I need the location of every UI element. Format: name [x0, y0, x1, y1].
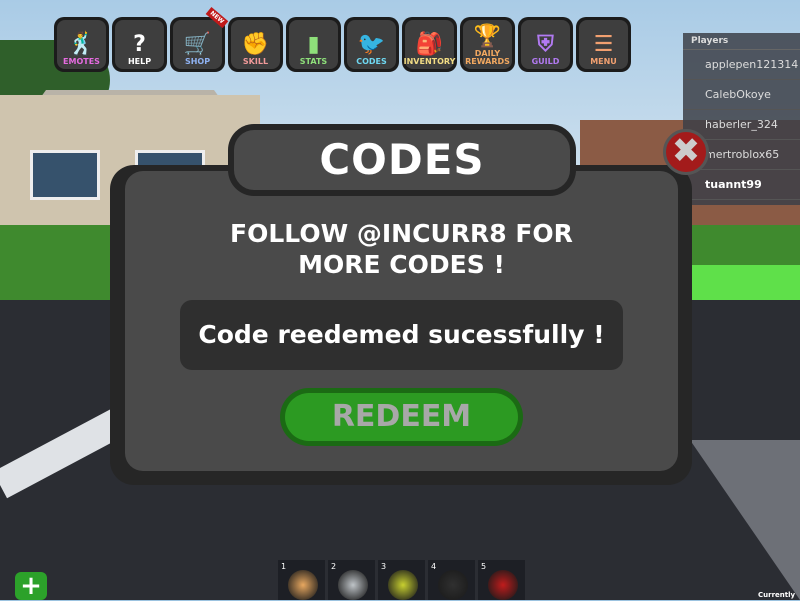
toolbar-button-stats[interactable]: ▮ STATS [286, 17, 341, 72]
top-toolbar: 🕺 EMOTES? HELP 🛒 SHOP NEW ✊ SKILL ▮ STATS 🐦 CODES 🎒 I… [54, 7, 631, 72]
toolbar-label: STATS [299, 57, 328, 66]
player-list-header: Players [683, 33, 800, 50]
stats-icon: ▮ [307, 32, 320, 57]
corner-text: Currently [758, 591, 796, 599]
dialog-title: CODES [228, 124, 576, 196]
follow-message: FOLLOW @INCURR8 FOR MORE CODES ! [230, 219, 573, 279]
menu-icon: ☰ [593, 32, 614, 57]
toolbar-button-inventory[interactable]: 🎒 INVENTORY [402, 17, 457, 72]
toolbar-button-shop[interactable]: 🛒 SHOP NEW [170, 7, 229, 72]
help-icon: ? [133, 32, 146, 57]
toolbar-label: CODES [356, 57, 387, 66]
toolbar-label: HELP [127, 57, 152, 66]
redeem-button[interactable]: REDEEM [280, 388, 523, 446]
toolbar-label: GUILD [531, 57, 560, 66]
codes-icon: 🐦 [357, 32, 386, 57]
hotbar-slot[interactable]: 5 [478, 560, 525, 600]
toolbar-button-daily-rewards[interactable]: 🏆 DAILY REWARDS [460, 17, 515, 72]
toolbar-button-emotes[interactable]: 🕺 EMOTES [54, 17, 109, 72]
hotbar: 1 2 3 4 5 [278, 560, 525, 600]
lightning-icon [388, 570, 418, 600]
toolbar-button-skill[interactable]: ✊ SKILL [228, 17, 283, 72]
player-list: Players applepen121314 CalebOkoye haberl… [683, 33, 800, 205]
toolbar-label: SKILL [242, 57, 269, 66]
emotes-icon: 🕺 [67, 32, 96, 57]
toolbar-button-help[interactable]: ? HELP [112, 17, 167, 72]
toolbar-button-guild[interactable]: ⛨ GUILD [518, 17, 573, 72]
hotbar-slot[interactable]: 4 [428, 560, 475, 600]
guild-icon: ⛨ [537, 32, 554, 57]
close-icon[interactable]: ✖ [663, 129, 709, 175]
shop-icon: 🛒 [183, 32, 212, 57]
dumbbell-icon [488, 570, 518, 600]
slot-number: 5 [481, 562, 487, 571]
hotbar-slot[interactable]: 3 [378, 560, 425, 600]
daily-rewards-icon: 🏆 [473, 24, 502, 49]
slot-number: 2 [331, 562, 337, 571]
plus-button[interactable]: + [15, 572, 47, 600]
player-row[interactable]: CalebOkoye [683, 80, 800, 110]
toolbar-button-codes[interactable]: 🐦 CODES [344, 17, 399, 72]
hotbar-slot[interactable]: 1 [278, 560, 325, 600]
toolbar-label: INVENTORY [403, 57, 456, 66]
toolbar-label: SHOP [184, 57, 211, 66]
code-input[interactable]: Code reedemed sucessfully ! [180, 300, 623, 370]
player-row[interactable]: applepen121314 [683, 50, 800, 80]
toolbar-label: DAILY REWARDS [465, 49, 510, 66]
toolbar-button-menu[interactable]: ☰ MENU [576, 17, 631, 72]
hotbar-slot[interactable]: 2 [328, 560, 375, 600]
toolbar-label: MENU [590, 57, 617, 66]
slot-number: 1 [281, 562, 287, 571]
muscle-icon [288, 570, 318, 600]
slot-number: 3 [381, 562, 387, 571]
skill-icon: ✊ [241, 32, 270, 57]
shield-icon [338, 570, 368, 600]
player-row-self[interactable]: tuannt99 [683, 170, 800, 200]
dark-orb-icon [438, 570, 468, 600]
toolbar-label: EMOTES [63, 57, 100, 66]
inventory-icon: 🎒 [415, 32, 444, 57]
slot-number: 4 [431, 562, 437, 571]
